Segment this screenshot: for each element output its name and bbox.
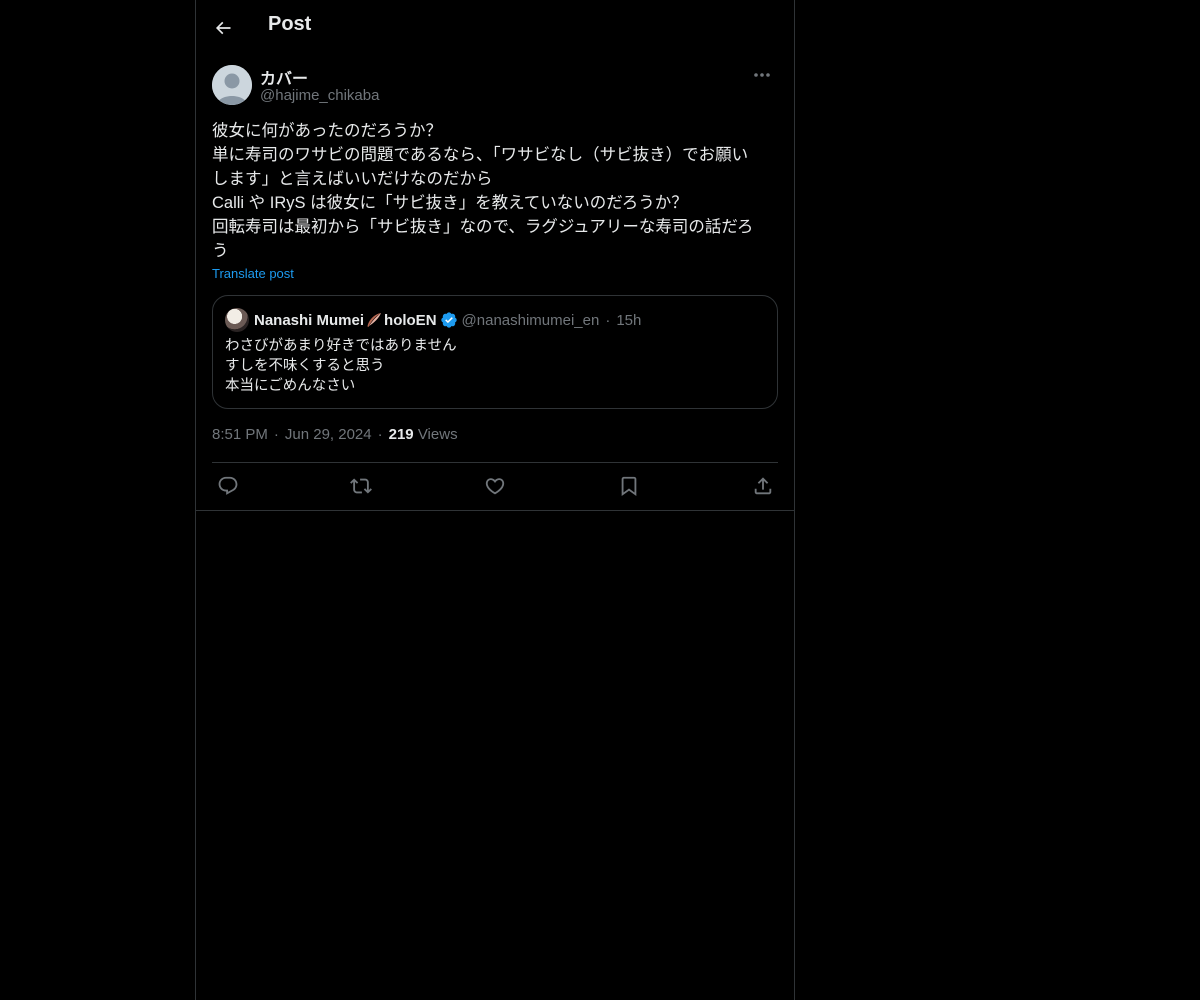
- bookmark-button[interactable]: [613, 470, 645, 502]
- avatar[interactable]: [212, 65, 252, 105]
- header: Post: [196, 0, 794, 54]
- reply-button[interactable]: [212, 470, 244, 502]
- like-icon: [484, 475, 506, 497]
- back-button[interactable]: [206, 11, 240, 45]
- post-date[interactable]: Jun 29, 2024: [285, 426, 372, 443]
- post-text-line: Calli や IRyS は彼女に「サビ抜き」を教えていないのだろうか？: [212, 194, 688, 212]
- main-column: Post カバー @hajime_chikaba 彼女に何があったのだろうか？ …: [195, 0, 795, 1000]
- translate-post-link[interactable]: Translate post: [212, 266, 294, 281]
- meta-separator: ·: [377, 426, 383, 443]
- author-handle[interactable]: @hajime_chikaba: [260, 87, 379, 104]
- post-text: 彼女に何があったのだろうか？ 単に寿司のワサビの問題であるなら、「ワサビなし（サ…: [212, 119, 778, 263]
- quoted-post-text: わさびがあまり好きではありません すしを不味くすると思う 本当にごめんなさい: [225, 336, 457, 396]
- arrow-left-icon: [213, 18, 233, 38]
- bookmark-icon: [618, 475, 640, 497]
- post-text-line: 単に寿司のワサビの問題であるなら、「ワサビなし（サビ抜き）でお願い: [212, 146, 749, 164]
- quoted-time[interactable]: 15h: [616, 312, 641, 329]
- quoted-text-line: 本当にごめんなさい: [225, 378, 356, 394]
- feather-icon: [365, 311, 383, 329]
- action-bar: [212, 470, 778, 502]
- divider: [212, 462, 778, 463]
- author-display-name[interactable]: カバー: [260, 65, 308, 89]
- share-button[interactable]: [747, 470, 779, 502]
- post-text-line: う: [212, 242, 229, 260]
- more-options-button[interactable]: [746, 64, 778, 86]
- repost-button[interactable]: [345, 470, 377, 502]
- post-author: カバー @hajime_chikaba: [212, 64, 778, 108]
- quoted-handle: @nanashimumei_en: [461, 311, 600, 329]
- quoted-separator: ·: [605, 311, 611, 329]
- divider: [196, 510, 794, 511]
- quoted-post[interactable]: Nanashi Mumei holoEN @nanashimumei_en · …: [212, 295, 778, 409]
- post-text-line: 回転寿司は最初から「サビ抜き」なので、ラグジュアリーな寿司の話だろ: [212, 218, 754, 236]
- quoted-text-line: すしを不味くすると思う: [225, 358, 385, 374]
- quoted-display-name-suffix: holoEN: [384, 311, 437, 329]
- ellipsis-icon: [753, 72, 771, 78]
- post-time[interactable]: 8:51 PM: [212, 426, 268, 443]
- reply-icon: [217, 475, 239, 497]
- repost-icon: [350, 475, 372, 497]
- quoted-avatar: [225, 308, 249, 332]
- post-text-line: します」と言えばいいだけなのだから: [212, 170, 493, 188]
- meta-separator: ·: [273, 426, 279, 443]
- post-meta: 8:51 PM · Jun 29, 2024 · 219 Views: [212, 426, 458, 443]
- quoted-post-header: Nanashi Mumei holoEN @nanashimumei_en · …: [225, 308, 641, 332]
- verified-badge-icon: [440, 311, 458, 329]
- page-title: Post: [268, 13, 312, 35]
- share-icon: [752, 475, 774, 497]
- views-count: 219: [388, 426, 414, 443]
- quoted-text-line: わさびがあまり好きではありません: [225, 338, 457, 354]
- post-text-line: 彼女に何があったのだろうか？: [212, 122, 443, 140]
- views-label: Views: [417, 426, 458, 443]
- like-button[interactable]: [479, 470, 511, 502]
- quoted-display-name: Nanashi Mumei: [254, 311, 365, 329]
